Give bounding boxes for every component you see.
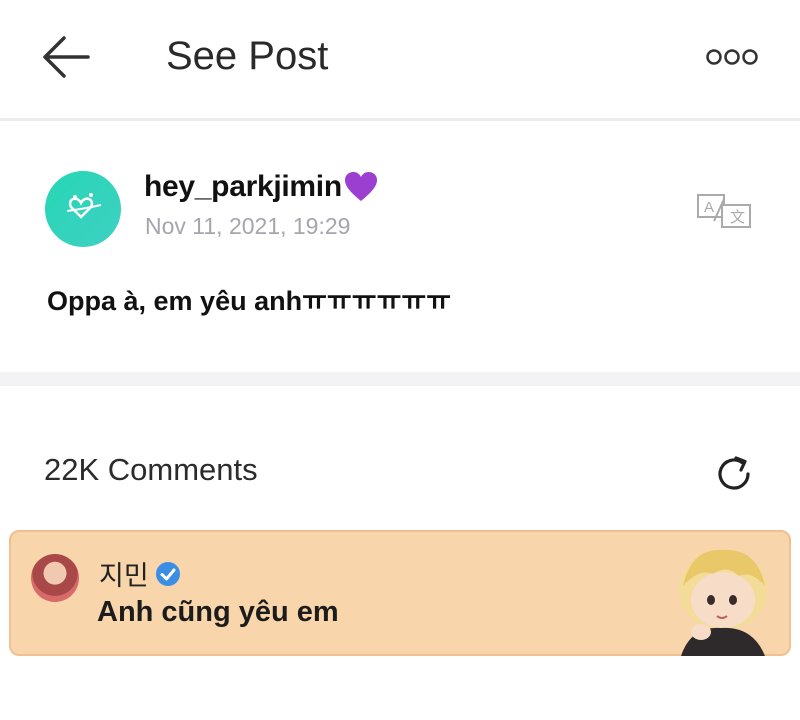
character-sticker-icon — [679, 549, 767, 656]
commenter-row: 지민 — [99, 554, 181, 593]
translate-button[interactable]: A 文 — [694, 191, 754, 231]
back-button[interactable] — [36, 30, 96, 84]
purple-heart-icon — [344, 172, 377, 201]
svg-text:文: 文 — [730, 209, 745, 226]
commenter-avatar[interactable] — [31, 554, 79, 602]
verified-badge-icon — [155, 561, 180, 586]
more-options-button[interactable] — [700, 42, 764, 72]
post-body: Oppa à, em yêu anhㅠㅠㅠㅠㅠㅠ — [47, 286, 452, 316]
refresh-icon — [718, 456, 750, 490]
comment-text: Anh cũng yêu em — [97, 596, 339, 628]
author-username[interactable]: hey_parkjimin — [144, 170, 342, 204]
post-card: hey_parkjimin Nov 11, 2021, 19:29 A 文 Op… — [0, 121, 800, 371]
translate-icon: A 文 — [697, 194, 751, 228]
top-bar: See Post — [0, 0, 800, 118]
post-timestamp: Nov 11, 2021, 19:29 — [145, 213, 351, 239]
svg-text:A: A — [704, 199, 714, 216]
refresh-button[interactable] — [712, 452, 756, 496]
commenter-name[interactable]: 지민 — [99, 554, 149, 593]
page-title: See Post — [166, 34, 329, 78]
more-dots-icon — [706, 49, 758, 65]
author-avatar[interactable] — [45, 171, 121, 247]
logo-icon — [66, 193, 102, 219]
author-row: hey_parkjimin — [144, 169, 378, 205]
comment-item[interactable]: 지민 Anh cũng yêu em — [9, 530, 791, 656]
section-divider — [0, 372, 800, 386]
comments-count: 22K Comments — [44, 452, 258, 487]
arrow-left-icon — [43, 36, 90, 78]
